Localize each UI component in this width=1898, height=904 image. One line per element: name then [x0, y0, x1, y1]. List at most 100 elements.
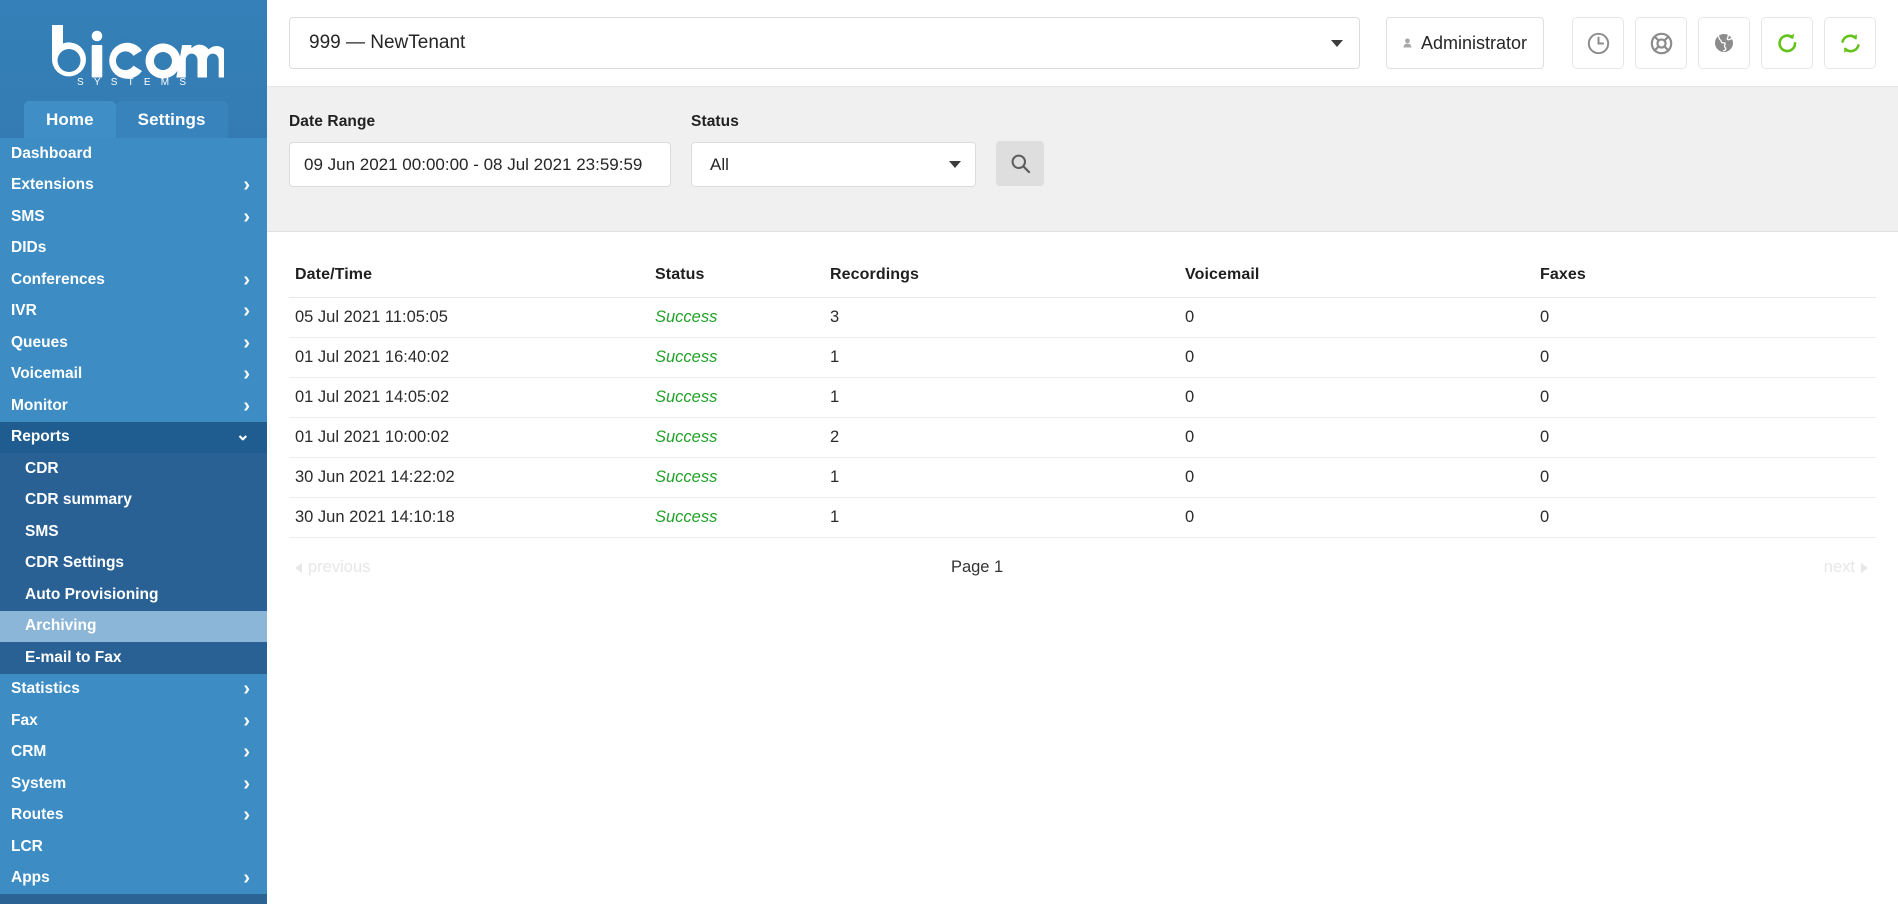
sidebar-item-ivr[interactable]: IVR [0, 295, 267, 327]
cell-status-value: Success [655, 348, 718, 366]
sidebar-item-label: LCR [11, 837, 43, 855]
table-row[interactable]: 01 Jul 2021 14:05:02 Success 1 0 0 [289, 377, 1876, 418]
chevron-right-icon [243, 805, 250, 825]
sidebar-item-label: Queues [11, 333, 68, 351]
sidebar-item-extensions[interactable]: Extensions [0, 169, 267, 201]
main-area: 999 — NewTenant Administrator Date Range… [267, 0, 1898, 904]
cell-datetime-value: 01 Jul 2021 16:40:02 [295, 348, 450, 366]
cell-recordings-value: 1 [830, 348, 840, 366]
help-button[interactable] [1635, 17, 1687, 69]
table-row[interactable]: 01 Jul 2021 10:00:02 Success 2 0 0 [289, 417, 1876, 458]
chevron-right-icon [243, 207, 250, 227]
column-header-recordings[interactable]: Recordings [824, 260, 1179, 298]
chevron-down-icon [1331, 39, 1344, 47]
next-page-button[interactable]: next [1824, 558, 1868, 577]
cell-datetime: 01 Jul 2021 14:05:02 [289, 377, 649, 418]
sidebar-item-fax[interactable]: Fax [0, 705, 267, 737]
clock-button[interactable] [1572, 17, 1624, 69]
cell-datetime: 01 Jul 2021 10:00:02 [289, 417, 649, 458]
cell-status: Success [649, 417, 824, 458]
toolbar-icon-group [1572, 17, 1876, 69]
sidebar-item-lcr[interactable]: LCR [0, 831, 267, 863]
sidebar-item-archiving[interactable]: Archiving [0, 610, 267, 642]
chevron-right-icon [243, 679, 250, 699]
cell-voicemail: 0 [1179, 297, 1534, 338]
sidebar-item-sms[interactable]: SMS [0, 201, 267, 233]
cell-status-value: Success [655, 428, 718, 446]
previous-page-button[interactable]: previous [295, 558, 370, 577]
search-button[interactable] [996, 141, 1044, 186]
chevron-down-icon [236, 429, 250, 446]
table-row[interactable]: 30 Jun 2021 14:22:02 Success 1 0 0 [289, 457, 1876, 498]
column-header-datetime[interactable]: Date/Time [289, 260, 649, 298]
sidebar-item-label: IVR [11, 302, 37, 320]
cell-status: Success [649, 297, 824, 338]
tab-home[interactable]: Home [24, 100, 116, 138]
sidebar-item-voicemail[interactable]: Voicemail [0, 358, 267, 390]
cell-recordings: 1 [824, 337, 1179, 378]
cell-faxes-value: 0 [1540, 428, 1550, 446]
search-icon [1011, 154, 1030, 174]
sidebar-nav: Dashboard Extensions SMS DIDs Conferences IVR… [0, 138, 267, 894]
sidebar-item-reports[interactable]: Reports [0, 421, 267, 453]
sidebar-item-label: Monitor [11, 396, 68, 414]
sidebar-item-auto-provisioning[interactable]: Auto Provisioning [0, 579, 267, 611]
status-select[interactable]: All [691, 142, 976, 187]
sidebar-item-cdr-summary[interactable]: CDR summary [0, 484, 267, 516]
sidebar-item-monitor[interactable]: Monitor [0, 390, 267, 422]
cell-faxes: 0 [1534, 337, 1876, 378]
column-header-voicemail[interactable]: Voicemail [1179, 260, 1534, 298]
table-row[interactable]: 30 Jun 2021 14:10:18 Success 1 0 0 [289, 497, 1876, 538]
sidebar-item-e-mail-to-fax[interactable]: E-mail to Fax [0, 642, 267, 674]
reload-button[interactable] [1761, 17, 1813, 69]
cell-voicemail-value: 0 [1185, 468, 1195, 486]
cell-recordings: 1 [824, 457, 1179, 498]
tab-settings[interactable]: Settings [115, 100, 228, 138]
sidebar-item-cdr[interactable]: CDR [0, 453, 267, 485]
sidebar-item-routes[interactable]: Routes [0, 799, 267, 831]
sidebar-item-cdr-settings[interactable]: CDR Settings [0, 547, 267, 579]
cell-recordings-value: 3 [830, 308, 840, 326]
chevron-right-icon [243, 175, 250, 195]
cell-status: Success [649, 377, 824, 418]
sidebar-item-conferences[interactable]: Conferences [0, 264, 267, 296]
language-button[interactable] [1698, 17, 1750, 69]
sidebar-item-statistics[interactable]: Statistics [0, 673, 267, 705]
sidebar-item-apps[interactable]: Apps [0, 862, 267, 894]
sidebar-item-queues[interactable]: Queues [0, 327, 267, 359]
sidebar-item-system[interactable]: System [0, 768, 267, 800]
sidebar-tabs: Home Settings [0, 100, 267, 138]
tenant-selector[interactable]: 999 — NewTenant [289, 17, 1361, 69]
chevron-right-icon [243, 364, 250, 384]
sidebar-item-label: Archiving [25, 617, 97, 635]
sync-button[interactable] [1824, 17, 1876, 69]
column-header-status[interactable]: Status [649, 260, 824, 298]
brand-logo[interactable]: SYSTEMS [0, 0, 267, 100]
cell-voicemail: 0 [1179, 457, 1534, 498]
date-range-input[interactable]: 09 Jun 2021 00:00:00 - 08 Jul 2021 23:59… [289, 142, 671, 187]
sidebar-item-dids[interactable]: DIDs [0, 232, 267, 264]
sidebar-item-label: SMS [25, 522, 59, 540]
sidebar-item-dashboard[interactable]: Dashboard [0, 138, 267, 170]
status-label: Status [691, 113, 739, 130]
sidebar-item-crm[interactable]: CRM [0, 736, 267, 768]
table-row[interactable]: 05 Jul 2021 11:05:05 Success 3 0 0 [289, 297, 1876, 338]
column-header-faxes[interactable]: Faxes [1534, 260, 1876, 298]
clock-icon [1587, 32, 1609, 54]
sidebar: SYSTEMS Home Settings Dashboard Extension… [0, 0, 267, 904]
chevron-left-icon [295, 562, 302, 573]
application-root: SYSTEMS Home Settings Dashboard Extension… [0, 0, 1898, 904]
table-row[interactable]: 01 Jul 2021 16:40:02 Success 1 0 0 [289, 337, 1876, 378]
cell-status-value: Success [655, 508, 718, 526]
cell-datetime-value: 30 Jun 2021 14:22:02 [295, 468, 455, 486]
cell-faxes: 0 [1534, 297, 1876, 338]
chevron-right-icon [1860, 562, 1868, 573]
user-menu-button[interactable]: Administrator [1386, 17, 1544, 69]
status-field: Status All [691, 113, 976, 187]
sync-icon [1840, 33, 1860, 53]
globe-icon [1715, 34, 1733, 52]
svg-text:SYSTEMS: SYSTEMS [77, 77, 196, 87]
sidebar-item-label: SMS [11, 207, 45, 225]
sidebar-item-sms[interactable]: SMS [0, 516, 267, 548]
cell-datetime: 30 Jun 2021 14:10:18 [289, 497, 649, 538]
